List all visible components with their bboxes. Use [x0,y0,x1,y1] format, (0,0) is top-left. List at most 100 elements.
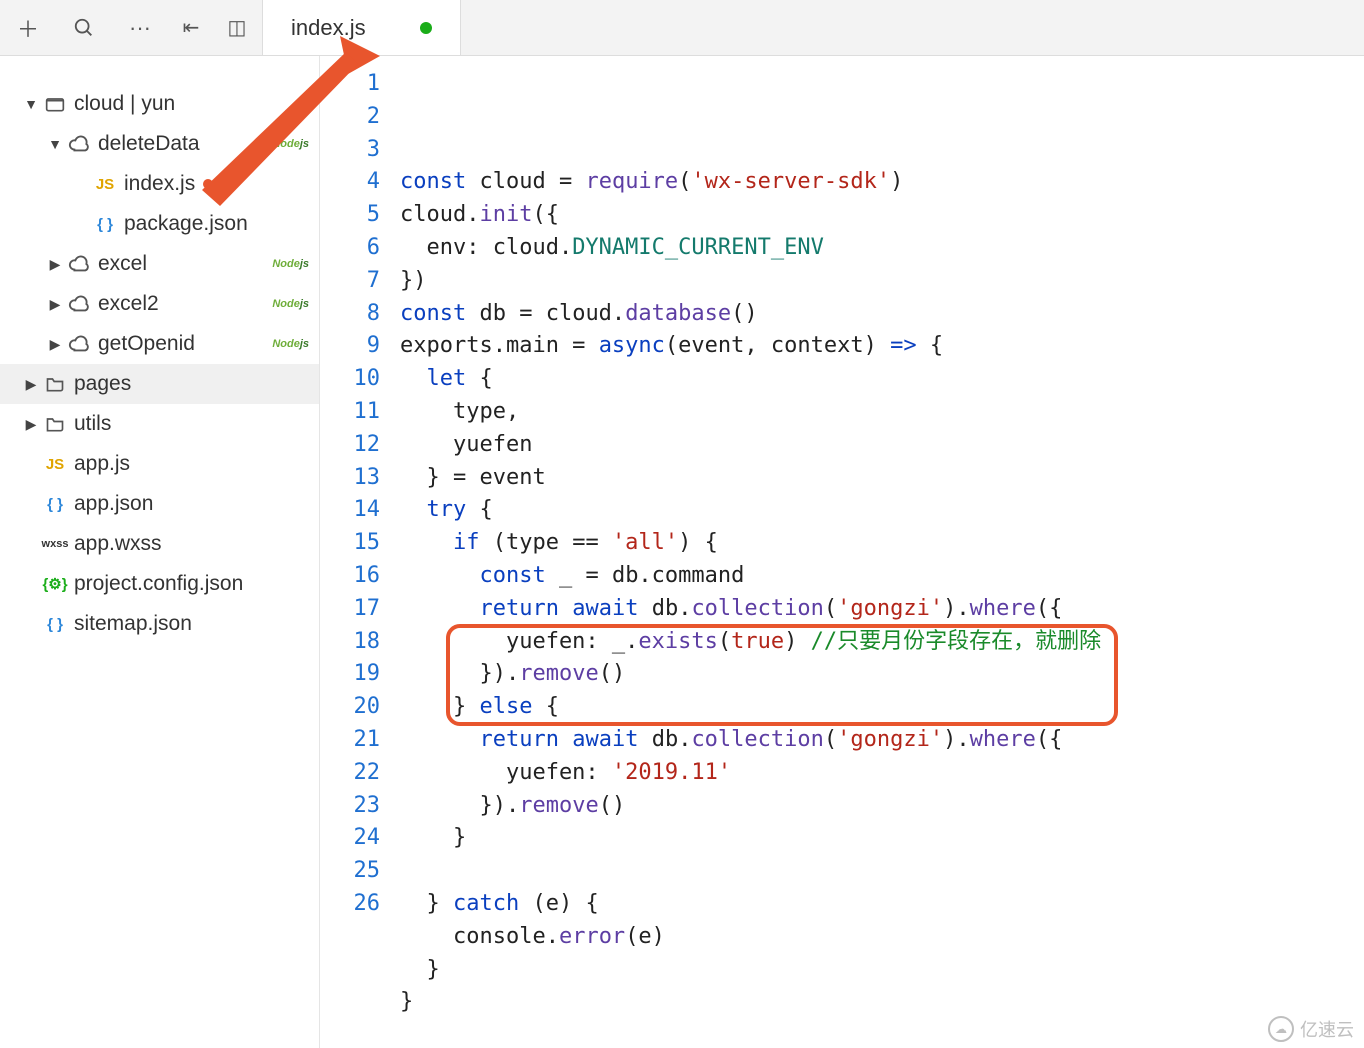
tree-root[interactable]: ▼ cloud | yun [0,84,319,124]
tree-label: cloud | yun [74,92,175,116]
code-line: exports.main = async(event, context) => … [400,330,1364,363]
new-file-button[interactable]: ＋ [0,0,56,55]
js-icon: JS [92,176,118,193]
json-icon: { } [42,496,68,513]
collapse-button[interactable]: ⇤ [168,0,214,55]
code-editor[interactable]: 1234567891011121314151617181920212223242… [320,56,1364,1048]
code-line: } catch (e) { [400,888,1364,921]
code-line: } [400,954,1364,987]
line-number: 19 [320,658,380,691]
tree-item-app-wxss[interactable]: wxss app.wxss [0,524,319,564]
code-line: try { [400,494,1364,527]
nodejs-badge: Nodejs [272,298,309,310]
folder-icon [42,414,68,434]
watermark: ☁ 亿速云 [1268,1016,1354,1042]
wxss-icon: wxss [42,538,68,550]
code-line: type, [400,396,1364,429]
tree-item-package-json[interactable]: { }package.json [0,204,319,244]
tree-item-app-js[interactable]: JS app.js [0,444,319,484]
code-line: } else { [400,691,1364,724]
js-icon: JS [42,456,68,473]
code-line: }).remove() [400,658,1364,691]
folder-icon [42,94,68,114]
code-line: env: cloud.DYNAMIC_CURRENT_ENV [400,232,1364,265]
line-number: 5 [320,199,380,232]
line-number: 2 [320,101,380,134]
line-number: 11 [320,396,380,429]
line-number: 4 [320,166,380,199]
code-line: }) [400,265,1364,298]
code-line: yuefen: _.exists(true) //只要月份字段存在，就删除 [400,626,1364,659]
tree-item-getopenid[interactable]: ▶getOpenidNodejs [0,324,319,364]
chevron-right-icon: ▶ [44,256,66,273]
plus-icon: ＋ [17,12,39,44]
line-number: 18 [320,626,380,659]
tree-item-excel2[interactable]: ▶ excel2 Nodejs [0,284,319,324]
tree-item-app-json[interactable]: { }app.json [0,484,319,524]
tree-item-sitemap-json[interactable]: { }sitemap.json [0,604,319,644]
line-number: 25 [320,855,380,888]
tree-item-project-config-json[interactable]: {⚙}project.config.json [0,564,319,604]
split-button[interactable]: ◫ [214,0,260,55]
tree-item-index-js[interactable]: JS index.js [0,164,319,204]
search-button[interactable] [56,0,112,55]
code-line: } [400,986,1364,1019]
top-toolbar: ＋ ··· ⇤ ◫ index.js [0,0,1364,56]
cloud-icon [66,293,92,315]
line-number: 26 [320,888,380,921]
nodejs-badge: Nodejs [272,258,309,270]
code-line: }).remove() [400,790,1364,823]
code-line: } = event [400,462,1364,495]
code-area[interactable]: const cloud = require('wx-server-sdk')cl… [400,56,1364,1048]
line-number: 20 [320,691,380,724]
dirty-dot-icon [203,179,213,189]
file-explorer[interactable]: ▼ cloud | yun ▼deleteDataNodejsJSindex.j… [0,56,320,1048]
tree-label: index.js [124,172,195,196]
search-icon [73,17,95,39]
more-button[interactable]: ··· [112,0,168,55]
code-line: const _ = db.command [400,560,1364,593]
watermark-text: 亿速云 [1300,1016,1354,1042]
cloud-icon [66,133,92,155]
tree-label: excel [98,252,147,276]
code-line: const cloud = require('wx-server-sdk') [400,166,1364,199]
tree-label: deleteData [98,132,200,156]
code-line [400,855,1364,888]
code-line: let { [400,363,1364,396]
tree-item-deletedata[interactable]: ▼deleteDataNodejs [0,124,319,164]
more-icon: ··· [129,15,151,41]
line-number: 10 [320,363,380,396]
tab-index-js[interactable]: index.js [262,0,461,55]
tree-label: package.json [124,212,248,236]
watermark-icon: ☁ [1268,1016,1294,1042]
chevron-right-icon: ▶ [44,336,66,353]
collapse-icon: ⇤ [183,15,200,40]
tree-label: app.js [74,452,130,476]
line-number: 9 [320,330,380,363]
chevron-down-icon: ▼ [20,96,42,112]
tree-item-excel[interactable]: ▶ excel Nodejs [0,244,319,284]
line-number: 24 [320,822,380,855]
cloud-icon [66,333,92,355]
tree-label: getOpenid [98,332,195,356]
chevron-right-icon: ▶ [44,296,66,313]
split-icon: ◫ [228,15,247,40]
line-number: 17 [320,593,380,626]
code-line: return await db.collection('gongzi').whe… [400,724,1364,757]
code-line: cloud.init({ [400,199,1364,232]
code-line: return await db.collection('gongzi').whe… [400,593,1364,626]
tree-label: excel2 [98,292,159,316]
tree-item-pages[interactable]: ▶pages [0,364,319,404]
tree-label: utils [74,412,111,436]
tree-label: app.wxss [74,532,162,556]
line-number: 15 [320,527,380,560]
line-number: 1 [320,68,380,101]
code-line: const db = cloud.database() [400,298,1364,331]
chevron-right-icon: ▶ [20,416,42,433]
code-line: } [400,822,1364,855]
line-number: 23 [320,790,380,823]
code-line: yuefen: '2019.11' [400,757,1364,790]
line-number: 22 [320,757,380,790]
tree-item-utils[interactable]: ▶ utils [0,404,319,444]
line-number: 12 [320,429,380,462]
